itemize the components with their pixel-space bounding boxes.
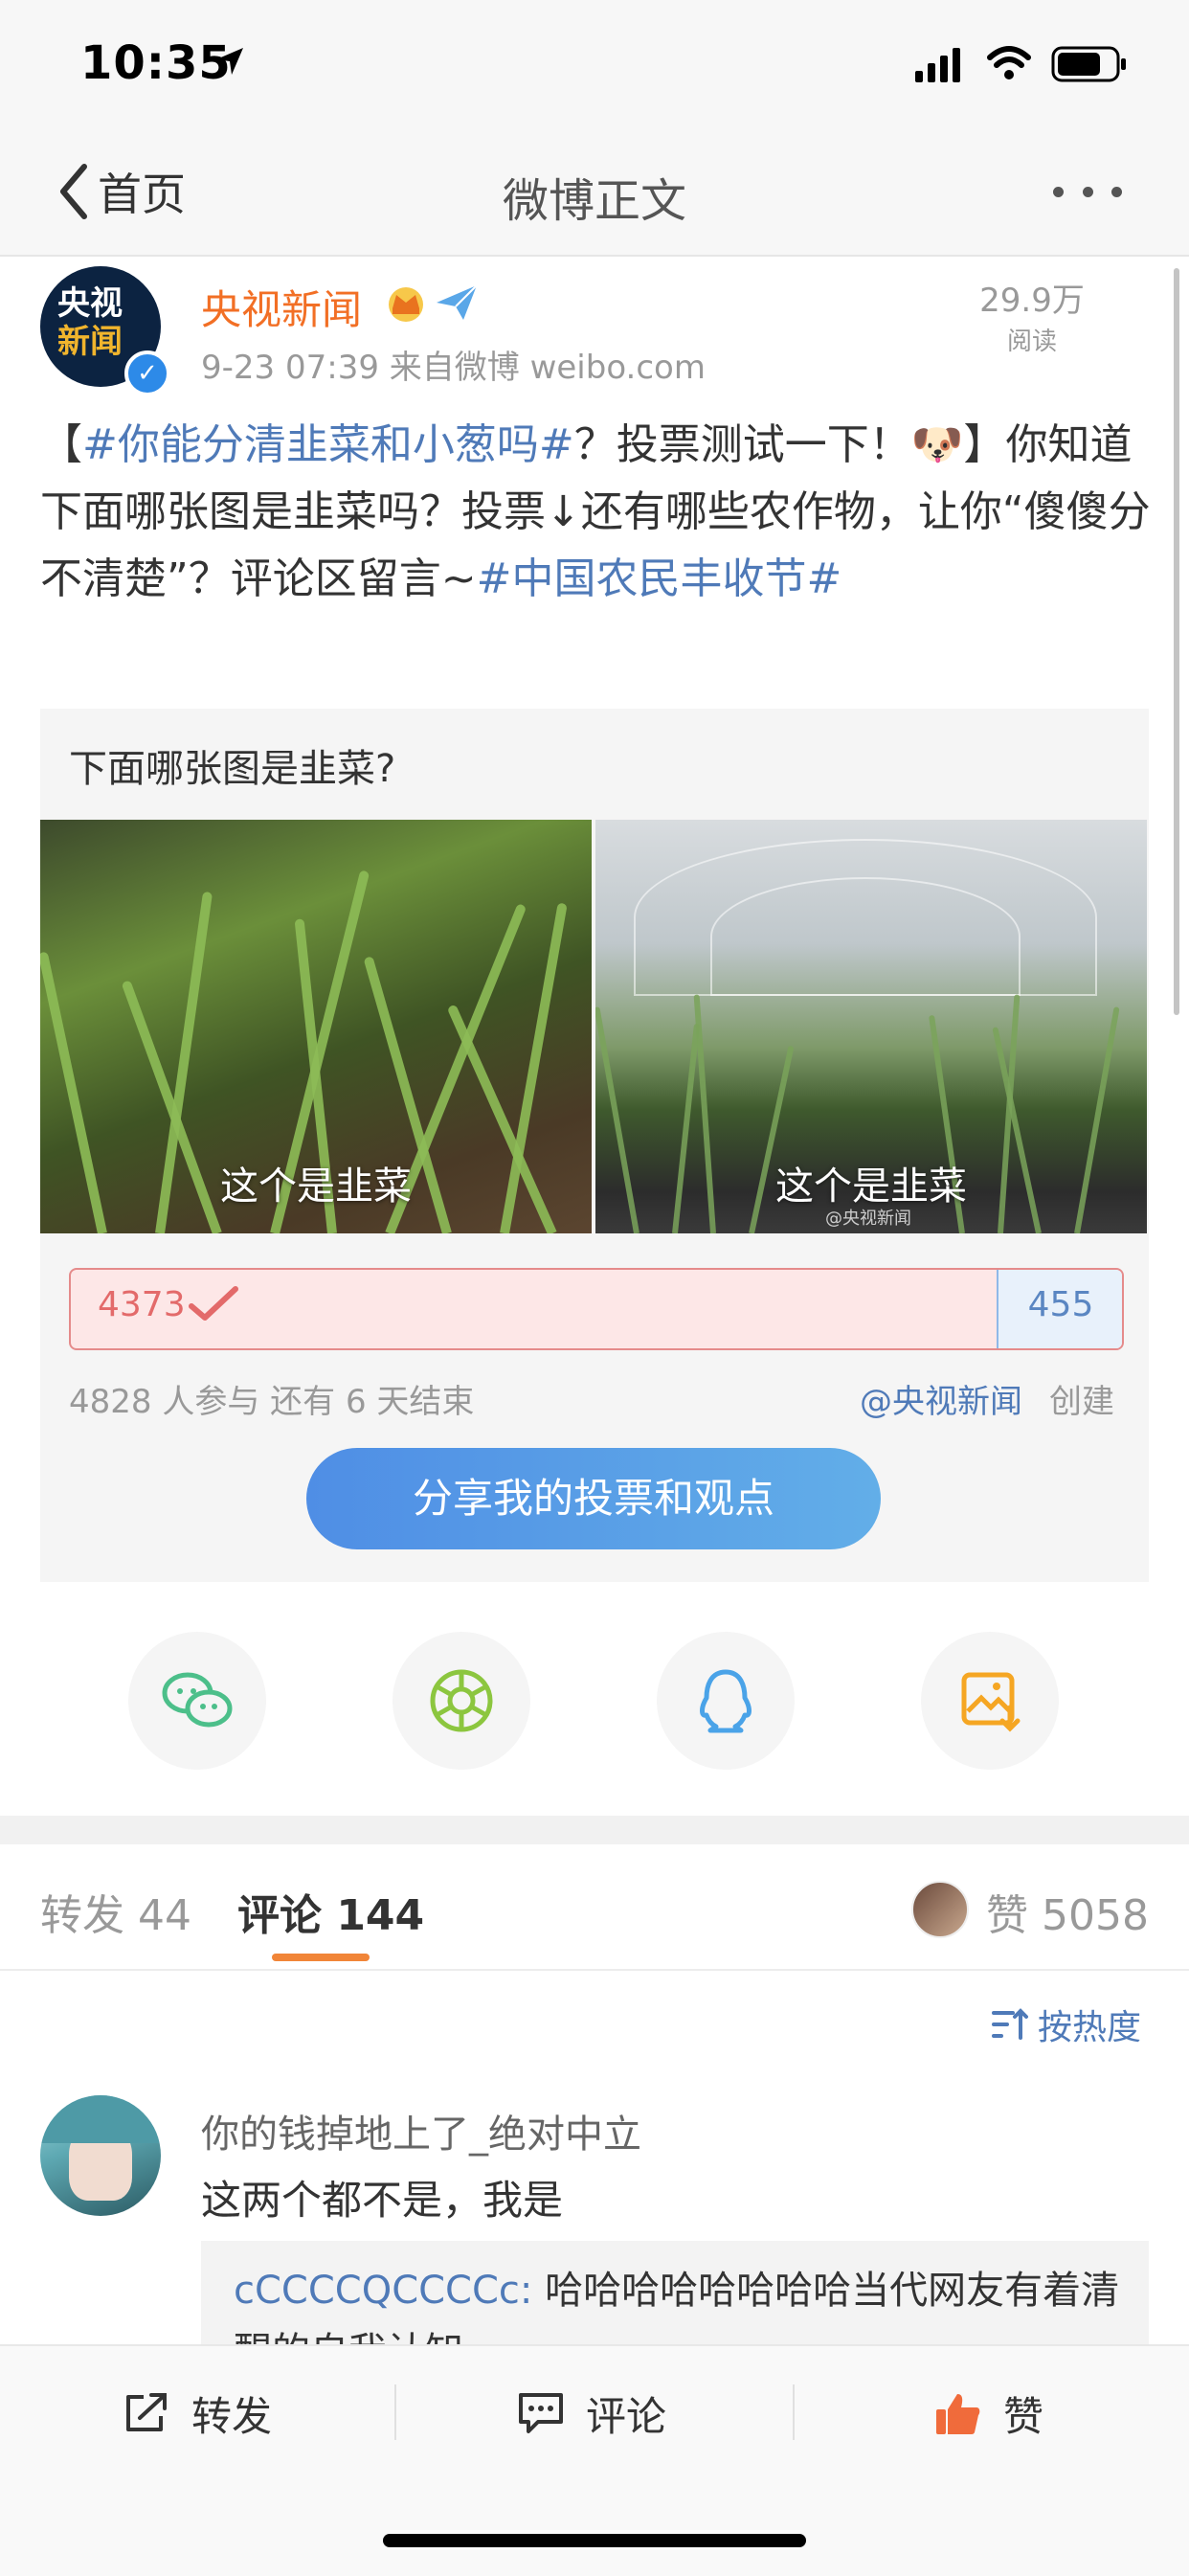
- more-dot-icon: [1082, 186, 1093, 197]
- body-text: ？投票测试一下！: [573, 420, 911, 469]
- tab-divider: [0, 1969, 1189, 1971]
- sort-by-hot-button[interactable]: 按热度: [992, 2000, 1141, 2049]
- liker-avatar[interactable]: [911, 1881, 969, 1938]
- comment-text: 这两个都不是，我是: [201, 2177, 564, 2224]
- scrollbar[interactable]: [1174, 268, 1179, 1015]
- image-watermark: @央视新闻: [825, 1209, 911, 1229]
- poll-created-label: 创建: [1049, 1383, 1114, 1421]
- poll-option-right-caption: 这个是韭菜: [775, 1164, 967, 1209]
- tab-comments[interactable]: 评论 144: [237, 1881, 424, 1942]
- comment-reply-box[interactable]: cCCCCQCCCCc: 哈哈哈哈哈哈哈哈当代网友有着清醒的自我认知: [201, 2241, 1149, 2356]
- save-image-icon: [961, 1672, 1021, 1732]
- topic-link[interactable]: #你能分清韭菜和小葱吗#: [82, 420, 574, 469]
- verified-badge-icon: ✓: [124, 350, 170, 396]
- poll-option-left-image[interactable]: 这个是韭菜: [40, 820, 592, 1233]
- home-indicator[interactable]: [383, 2534, 806, 2547]
- topic-link[interactable]: #中国农民丰收节#: [477, 554, 842, 603]
- page-title: 微博正文: [502, 174, 686, 228]
- location-arrow-icon: [216, 48, 243, 75]
- check-icon: [189, 1286, 238, 1321]
- post-body: 【#你能分清韭菜和小葱吗#？投票测试一下！🐶】你知道下面哪张图是韭菜吗？投票↓还…: [40, 412, 1151, 613]
- doge-emoji-icon: 🐶: [910, 420, 964, 469]
- like-button[interactable]: 赞: [934, 2375, 1043, 2452]
- like-label: 赞: [1003, 2392, 1044, 2440]
- more-dot-icon: [1053, 186, 1064, 197]
- sort-icon: [992, 2008, 1028, 2040]
- comment-username[interactable]: 你的钱掉地上了_绝对中立: [201, 2103, 641, 2158]
- divider: [394, 2384, 396, 2440]
- share-qq-button[interactable]: [657, 1632, 795, 1770]
- poll-option-left-caption: 这个是韭菜: [220, 1164, 412, 1209]
- poll-creator-link[interactable]: @央视新闻: [860, 1375, 1022, 1422]
- author-name[interactable]: 央视新闻: [201, 278, 362, 336]
- comment-label: 评论: [586, 2392, 667, 2440]
- poll-right-votes: 455: [1027, 1285, 1094, 1324]
- tab-likes[interactable]: 赞 5058: [986, 1881, 1149, 1942]
- moments-icon: [430, 1669, 493, 1732]
- read-label: 阅读: [1006, 328, 1057, 356]
- avatar-logo-text: 央视: [57, 284, 123, 323]
- more-options-button[interactable]: [1053, 172, 1122, 211]
- qq-icon: [700, 1669, 752, 1733]
- avatar-logo-text: 新闻: [57, 323, 123, 361]
- repost-icon: [126, 2393, 167, 2431]
- crown-icon: [389, 287, 423, 322]
- poll-stats: 4828 人参与 还有 6 天结束: [69, 1383, 475, 1421]
- more-dot-icon: [1111, 186, 1122, 197]
- section-divider: [0, 1816, 1189, 1844]
- reply-username[interactable]: cCCCCQCCCCc:: [234, 2269, 532, 2313]
- share-vote-button[interactable]: 分享我的投票和观点: [306, 1448, 881, 1549]
- repost-label: 转发: [191, 2392, 273, 2440]
- battery-icon: [1051, 46, 1126, 82]
- poll-option-right-image[interactable]: 这个是韭菜 @央视新闻: [595, 820, 1147, 1233]
- reply-content: cCCCCQCCCCc: 哈哈哈哈哈哈哈哈当代网友有着清醒的自我认知: [234, 2260, 1133, 2356]
- repost-button[interactable]: 转发: [123, 2375, 272, 2452]
- thumbs-up-icon: [936, 2394, 980, 2434]
- poll-left-votes: 4373: [98, 1285, 186, 1324]
- sort-label: 按热度: [1038, 2008, 1142, 2047]
- poll-question: 下面哪张图是韭菜?: [69, 747, 396, 791]
- tab-reposts[interactable]: 转发 44: [40, 1881, 191, 1942]
- share-wechat-button[interactable]: [128, 1632, 266, 1770]
- status-time: 10:35: [80, 36, 232, 90]
- comment-button[interactable]: 评论: [517, 2375, 666, 2452]
- cellular-signal-icon: [915, 48, 960, 82]
- wifi-icon: [987, 46, 1031, 79]
- read-count: 29.9万: [979, 282, 1085, 320]
- comment-icon: [519, 2393, 563, 2433]
- save-image-button[interactable]: [921, 1632, 1059, 1770]
- wechat-icon: [162, 1672, 233, 1728]
- share-moments-button[interactable]: [393, 1632, 530, 1770]
- paper-plane-icon: [437, 284, 478, 320]
- active-tab-indicator: [272, 1954, 370, 1961]
- commenter-avatar[interactable]: [40, 2095, 161, 2216]
- post-meta: 9-23 07:39 来自微博 weibo.com: [201, 349, 706, 387]
- body-text: 【: [40, 420, 82, 469]
- divider: [793, 2384, 795, 2440]
